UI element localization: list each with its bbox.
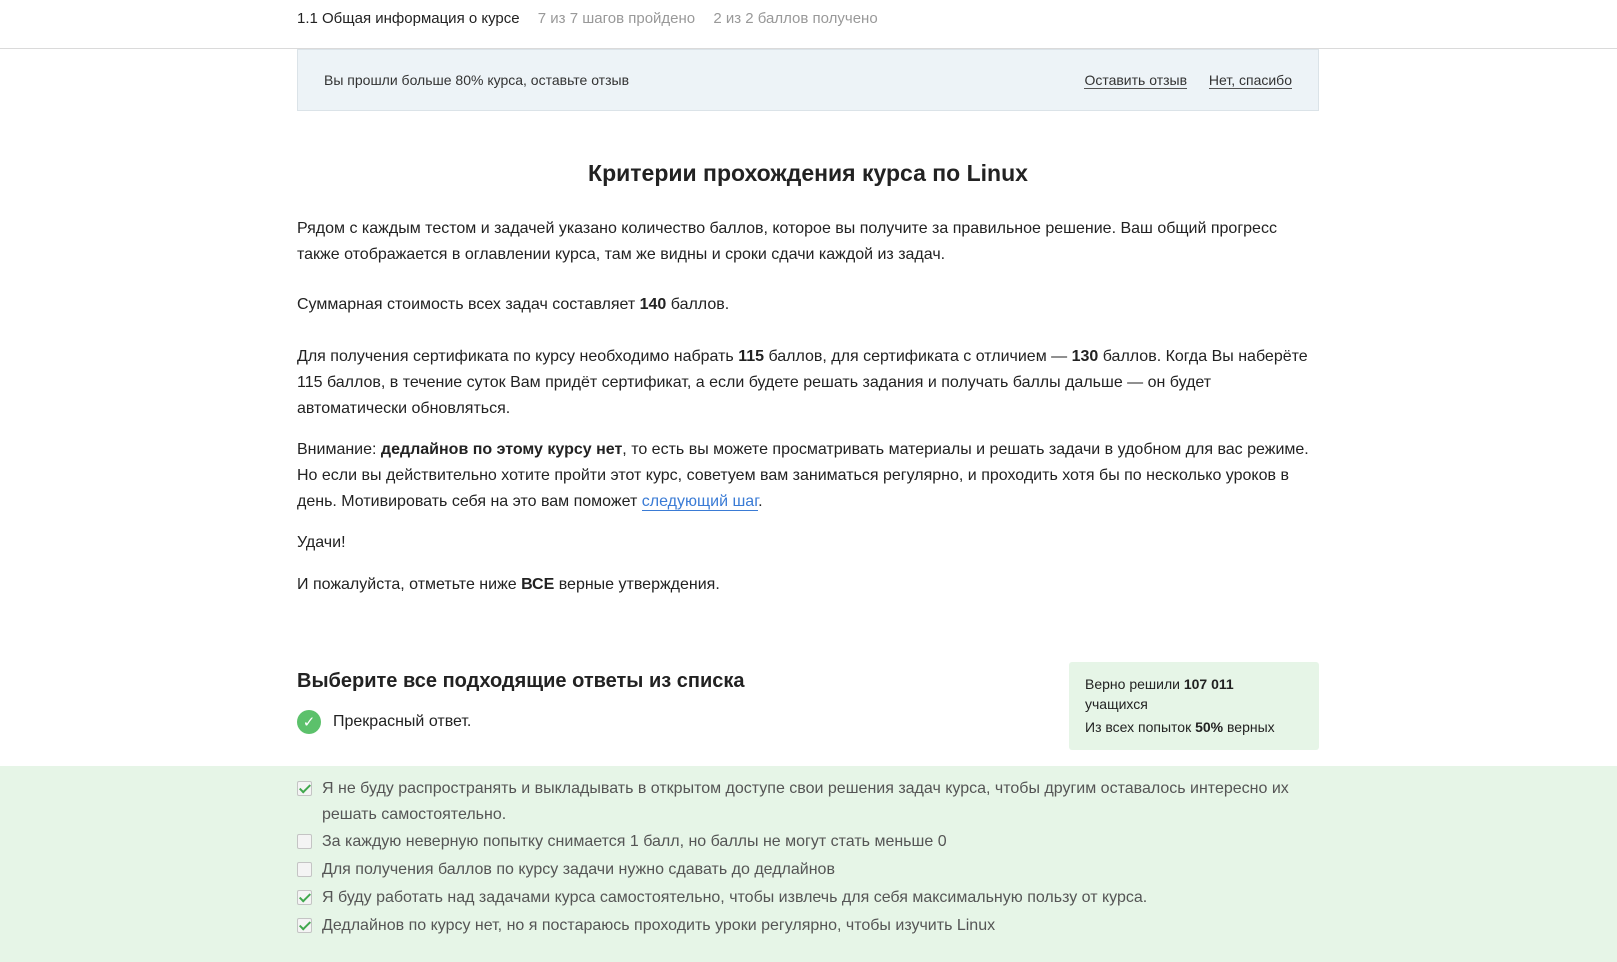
bold-text: дедлайнов по этому курсу нет: [380, 441, 623, 458]
text: баллов.: [666, 296, 730, 313]
text: Из всех попыток: [1085, 719, 1196, 735]
text: Для получения сертификата по курсу необх…: [297, 348, 739, 365]
text: Суммарная стоимость всех задач составляе…: [297, 296, 640, 313]
solved-count-row: Верно решили 107 011 учащихся: [1085, 674, 1303, 714]
text: И пожалуйста, отметьте ниже: [297, 576, 522, 593]
bold-text: 115: [738, 348, 765, 365]
text: верные утверждения.: [554, 576, 720, 593]
option-label: Для получения баллов по курсу задачи нуж…: [322, 861, 835, 878]
top-bar: 1.1 Общая информация о курсе 7 из 7 шаго…: [0, 0, 1617, 49]
checkbox-checked[interactable]: [297, 890, 312, 905]
answer-option[interactable]: Я не буду распространять и выкладывать в…: [297, 776, 1322, 828]
solution-stats: Верно решили 107 011 учащихся Из всех по…: [1069, 662, 1319, 750]
solved-count: 107 011: [1183, 676, 1234, 692]
checkbox[interactable]: [297, 834, 312, 849]
text: верных: [1223, 719, 1275, 735]
option-label: Я не буду распространять и выкладывать в…: [322, 780, 1289, 823]
step-content: Критерии прохождения курса по Linux Рядо…: [297, 160, 1319, 593]
leave-review-link[interactable]: Оставить отзыв: [1084, 72, 1188, 89]
decline-review-link[interactable]: Нет, спасибо: [1208, 72, 1292, 89]
attempts-row: Из всех попыток 50% верных: [1085, 717, 1303, 737]
option-label: Я буду работать над задачами курса самос…: [322, 889, 1148, 906]
bold-text: ВСЕ: [521, 576, 555, 593]
answer-option[interactable]: Для получения баллов по курсу задачи нуж…: [297, 857, 1322, 883]
lesson-title[interactable]: 1.1 Общая информация о курсе: [297, 10, 520, 27]
text: Внимание:: [297, 441, 381, 458]
quiz-title: Выберите все подходящие ответы из списка: [297, 670, 745, 692]
paragraph-instruction: И пожалуйста, отметьте ниже ВСЕ верные у…: [297, 572, 720, 598]
paragraph-total-cost: Суммарная стоимость всех задач составляе…: [297, 292, 729, 318]
feedback-message: Вы прошли больше 80% курса, оставьте отз…: [324, 72, 630, 88]
next-step-link[interactable]: следующий шаг: [641, 493, 759, 511]
checkmark-circle-icon: ✓: [297, 710, 321, 734]
quiz-result: ✓ Прекрасный ответ.: [297, 709, 471, 735]
lesson-header: 1.1 Общая информация о курсе 7 из 7 шаго…: [297, 10, 878, 27]
checkbox-checked[interactable]: [297, 918, 312, 933]
answer-option[interactable]: Я буду работать над задачами курса самос…: [297, 885, 1322, 911]
points-progress: 2 из 2 баллов получено: [713, 10, 878, 27]
text: учащихся: [1085, 696, 1148, 712]
bold-text: 130: [1071, 348, 1099, 365]
paragraph-progress: Рядом с каждым тестом и задачей указано …: [297, 220, 1277, 263]
result-message: Прекрасный ответ.: [333, 713, 472, 730]
answer-option[interactable]: За каждую неверную попытку снимается 1 б…: [297, 829, 1322, 855]
text: баллов, для сертификата с отличием —: [764, 348, 1072, 365]
answer-options: Я не буду распространять и выкладывать в…: [0, 766, 1617, 962]
paragraph-certificate: Для получения сертификата по курсу необх…: [297, 344, 1319, 422]
feedback-actions: Оставить отзыв Нет, спасибо: [1066, 72, 1292, 89]
paragraph-deadlines: Внимание: дедлайнов по этому курсу нет, …: [297, 437, 1319, 515]
steps-progress: 7 из 7 шагов пройдено: [537, 10, 696, 27]
text: Верно решили: [1085, 676, 1184, 692]
page-title: Критерии прохождения курса по Linux: [588, 160, 1028, 186]
checkbox[interactable]: [297, 862, 312, 877]
answer-option[interactable]: Дедлайнов по курсу нет, но я постараюсь …: [297, 913, 1322, 939]
option-label: Дедлайнов по курсу нет, но я постараюсь …: [322, 917, 996, 934]
feedback-banner: Вы прошли больше 80% курса, оставьте отз…: [297, 49, 1319, 111]
checkbox-checked[interactable]: [297, 781, 312, 796]
bold-text: 140: [639, 296, 667, 313]
option-label: За каждую неверную попытку снимается 1 б…: [322, 833, 947, 850]
attempts-percent: 50%: [1195, 719, 1224, 735]
text: .: [758, 493, 763, 510]
paragraph-good-luck: Удачи!: [297, 534, 346, 551]
